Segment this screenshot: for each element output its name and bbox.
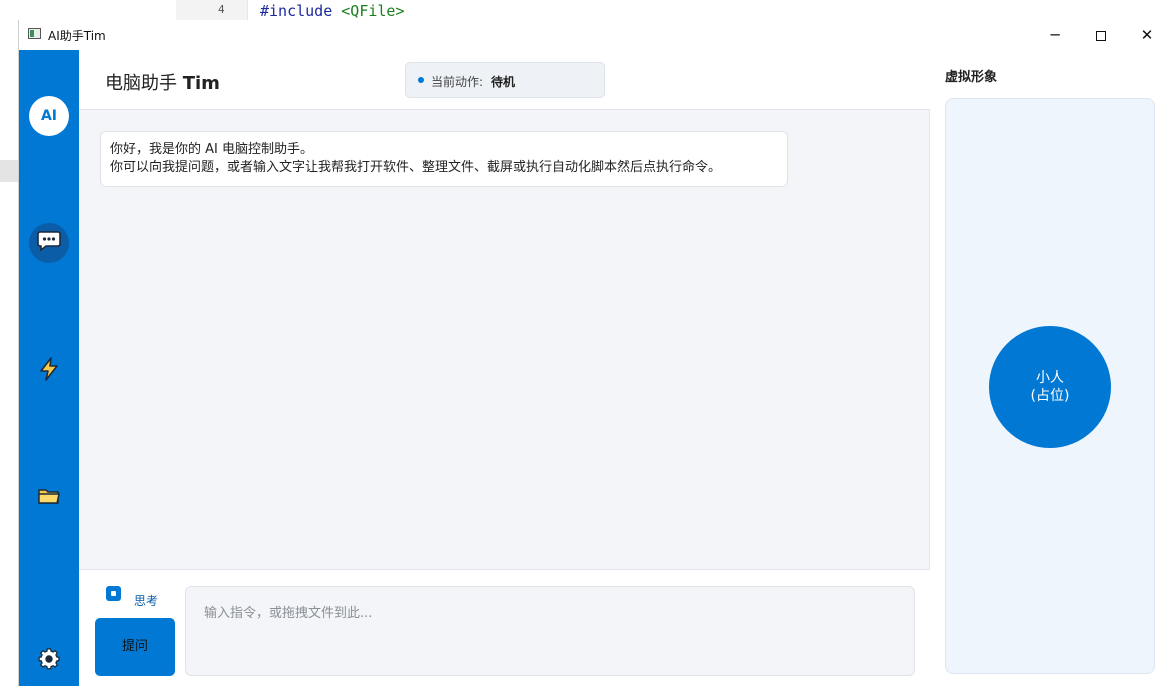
gear-icon: [38, 648, 60, 674]
close-button[interactable]: ✕: [1124, 20, 1164, 50]
avatar-panel: 虚拟形象 小人 (占位): [931, 50, 1164, 686]
message-list: 你好，我是你的 AI 电脑控制助手。 你可以向我提问题，或者输入文字让我帮我打开…: [79, 110, 930, 569]
message-line-2: 你可以向我提问题，或者输入文字让我帮我打开软件、整理文件、截屏或执行自动化脚本然…: [110, 160, 722, 175]
lightning-icon: [38, 357, 60, 385]
page-title: 电脑助手 Tim: [105, 69, 220, 95]
background-marker: [0, 160, 18, 182]
minimize-icon: ─: [1050, 26, 1060, 44]
command-input[interactable]: 输入指令，或拖拽文件到此...: [185, 586, 915, 676]
avatar-figure: 小人 (占位): [989, 326, 1111, 448]
background-editor: 4 #include <QFile>: [0, 0, 1164, 20]
app-window: AI助手Tim ─ ✕ AI 电脑助手 Tim 当前动作: 待机 你好，我是你的…: [18, 20, 1164, 686]
avatar-panel-title: 虚拟形象: [945, 70, 998, 85]
app-icon: [28, 28, 41, 39]
think-checkbox[interactable]: [106, 586, 121, 601]
chat-header: 电脑助手 Tim 当前动作: 待机: [79, 50, 930, 110]
think-label[interactable]: 思考: [134, 592, 158, 609]
maximize-icon: [1096, 30, 1106, 41]
chat-bubble-icon: [37, 230, 61, 256]
editor-code-line: #include <QFile>: [260, 2, 405, 20]
title-bar: AI助手Tim ─ ✕: [19, 20, 1164, 50]
brand-name: Tim: [182, 73, 220, 94]
avatar-stage: 小人 (占位): [945, 98, 1155, 674]
close-icon: ✕: [1140, 26, 1154, 44]
assistant-message: 你好，我是你的 AI 电脑控制助手。 你可以向我提问题，或者输入文字让我帮我打开…: [100, 131, 788, 187]
background-left-strip: [0, 20, 18, 686]
message-line-1: 你好，我是你的 AI 电脑控制助手。: [110, 142, 313, 157]
folder-icon: [37, 486, 61, 510]
sidebar: AI: [19, 50, 79, 686]
avatar[interactable]: AI: [29, 96, 69, 136]
status-value: 待机: [491, 75, 516, 89]
status-label: 当前动作:: [431, 75, 484, 89]
editor-gutter: [176, 0, 248, 20]
editor-line-number: 4: [218, 3, 225, 16]
composer: 思考 提问 输入指令，或拖拽文件到此...: [79, 569, 930, 686]
status-badge: 当前动作: 待机: [405, 62, 605, 98]
avatar-figure-line1: 小人: [1036, 370, 1064, 386]
ask-button[interactable]: 提问: [95, 618, 175, 676]
window-title: AI助手Tim: [48, 29, 106, 43]
maximize-button[interactable]: [1078, 20, 1124, 50]
sidebar-item-files[interactable]: [29, 478, 69, 518]
avatar-figure-line2: (占位): [1030, 388, 1070, 404]
status-dot-icon: [418, 77, 424, 83]
minimize-button[interactable]: ─: [1032, 20, 1078, 50]
code-keyword: #include: [260, 2, 333, 20]
brand-prefix: 电脑助手: [105, 73, 177, 94]
sidebar-item-settings[interactable]: [29, 641, 69, 681]
sidebar-item-chat[interactable]: [29, 223, 69, 263]
chat-main: 电脑助手 Tim 当前动作: 待机 你好，我是你的 AI 电脑控制助手。 你可以…: [79, 50, 930, 686]
code-include-target: <QFile>: [341, 2, 405, 20]
sidebar-item-quick-actions[interactable]: [29, 351, 69, 391]
